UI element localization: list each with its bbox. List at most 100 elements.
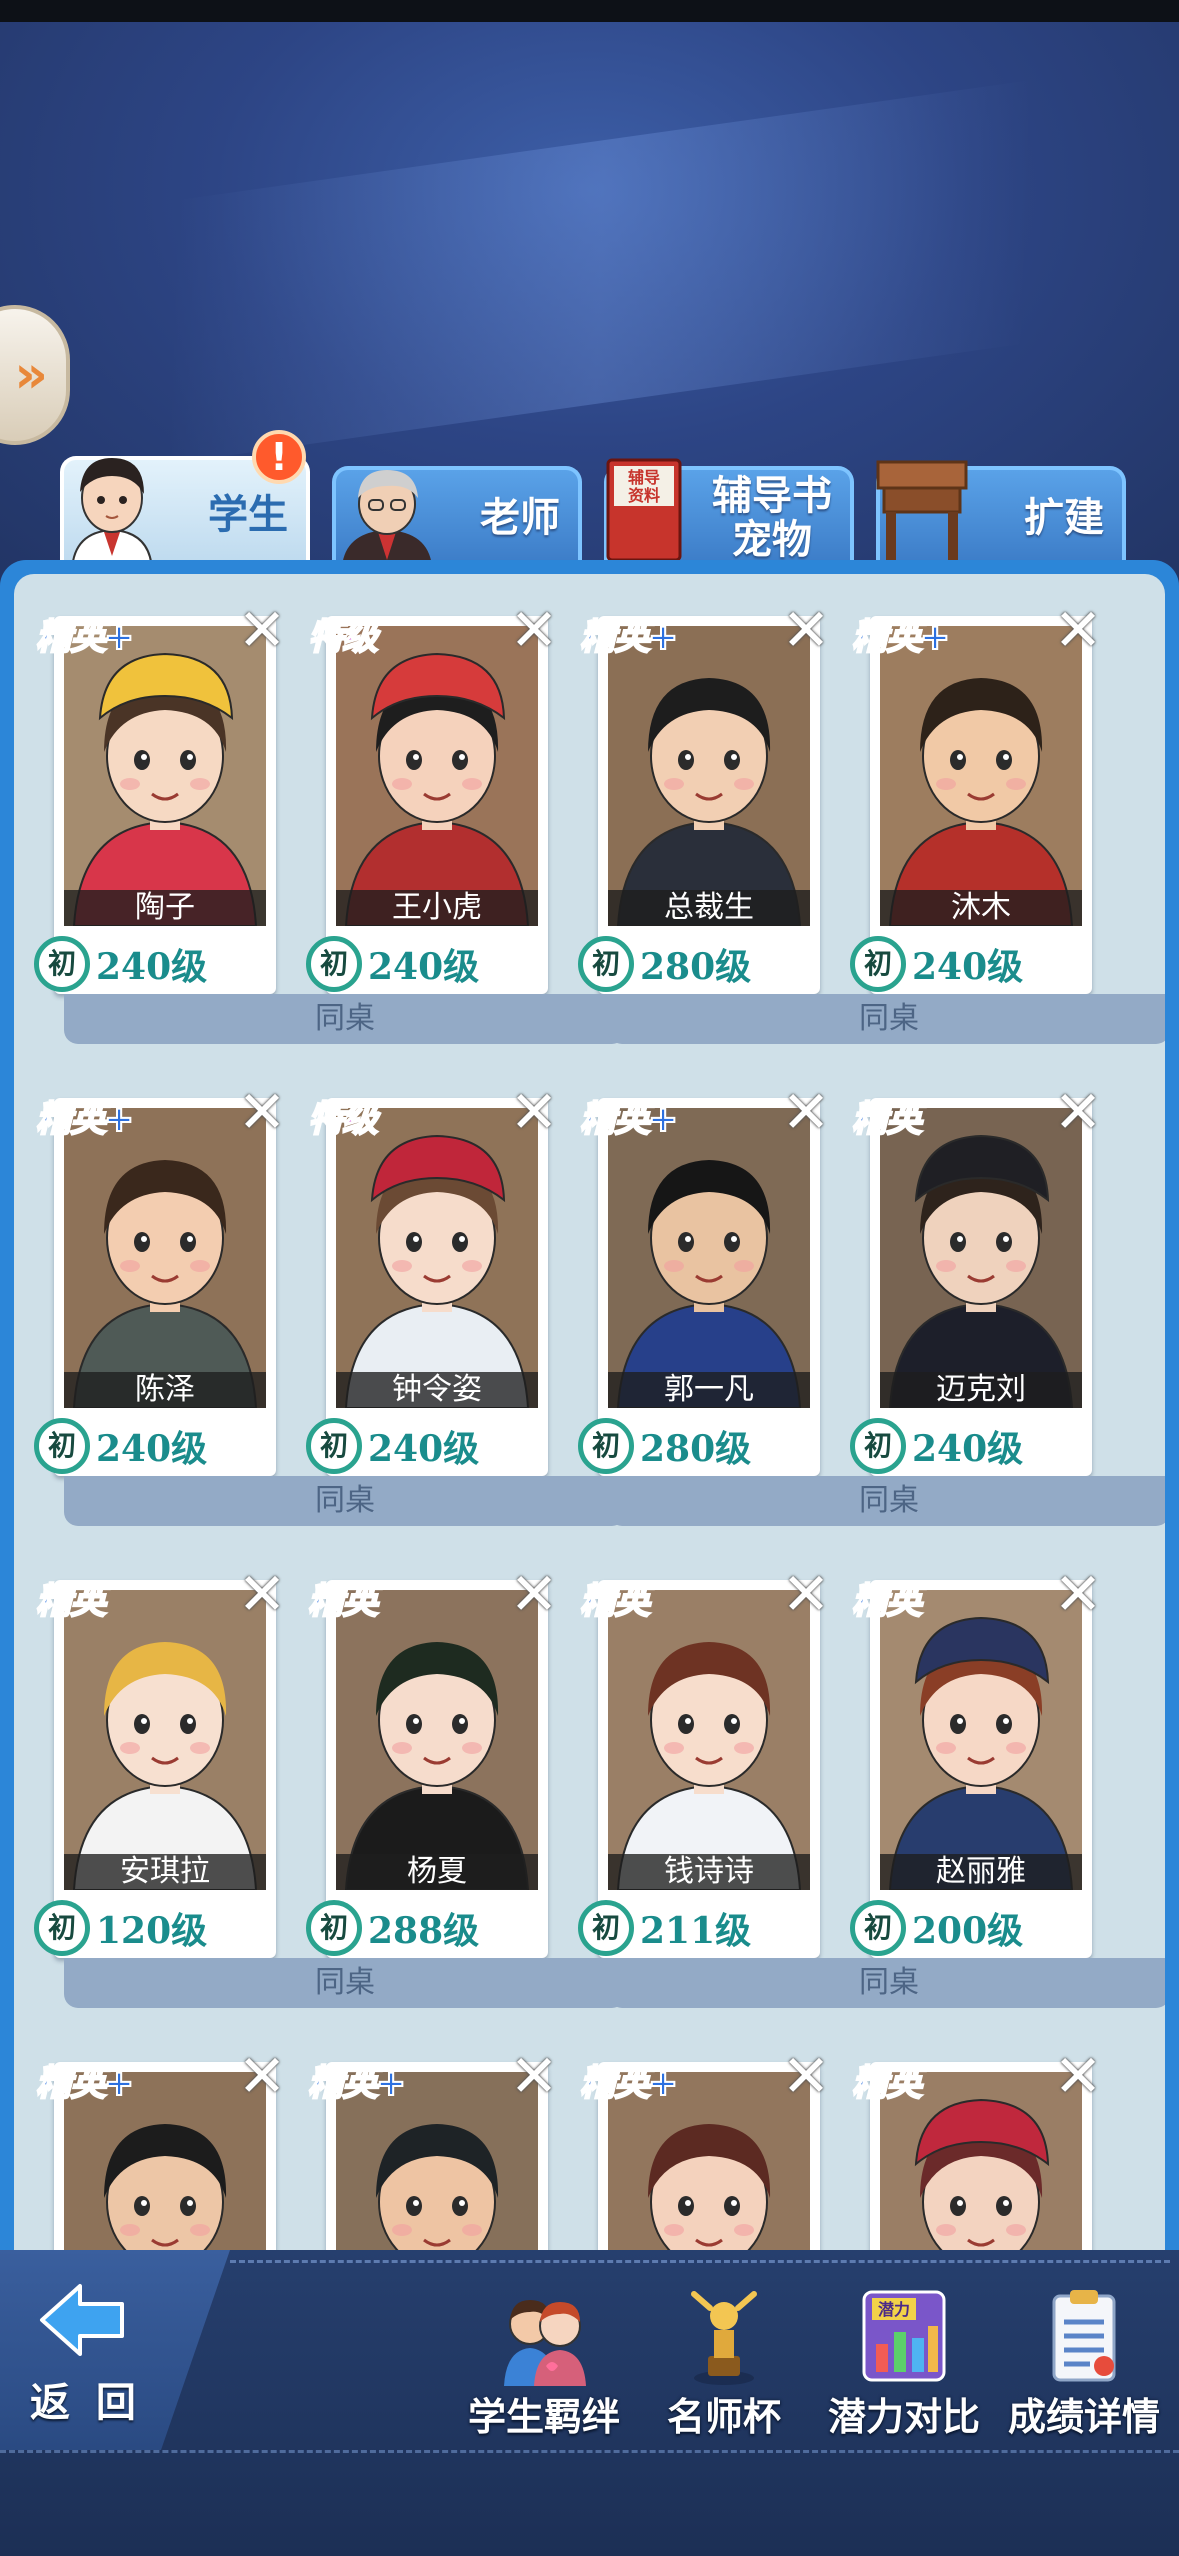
student-portrait-icon (336, 626, 538, 926)
stage-badge: 初 (34, 1900, 90, 1956)
student-name: 杨夏 (336, 1854, 538, 1890)
teacher-avatar-icon (342, 470, 432, 566)
stage-badge: 初 (578, 936, 634, 992)
rank-badge: 精英+ (307, 2062, 407, 2105)
rank-badge: 精英 (579, 1580, 651, 1623)
student-portrait-icon (608, 1108, 810, 1408)
student-card[interactable]: 杨夏 精英 ✕ 初 288级 (276, 1560, 558, 1980)
student-card[interactable]: 陈泽 精英+ ✕ 初 240级 (14, 1078, 286, 1498)
rank-badge: 特级 (307, 616, 379, 659)
tab-teachers[interactable]: 老师 (332, 466, 582, 566)
tab-label: 辅导书 宠物 (712, 473, 832, 563)
svg-text:资料: 资料 (628, 486, 660, 505)
rank-badge: 精英+ (579, 1098, 679, 1141)
student-name: 迈克刘 (880, 1372, 1082, 1408)
nav-potential-compare[interactable]: 潜力 潜力对比 (804, 2286, 1004, 2446)
stage-badge: 初 (850, 1418, 906, 1474)
nav-label: 名师杯 (666, 2395, 781, 2439)
student-portrait (336, 626, 538, 926)
student-card[interactable]: 钟令姿 特级 ✕ 初 240级 (276, 1078, 558, 1498)
student-name: 钱诗诗 (608, 1854, 810, 1890)
student-portrait (64, 1590, 266, 1890)
student-portrait (608, 1108, 810, 1408)
student-portrait-icon (64, 1590, 266, 1890)
divider (0, 2450, 1179, 2453)
stage-badge: 初 (306, 1418, 362, 1474)
student-card[interactable]: 精英+ ✕ (548, 2042, 830, 2250)
remove-close-icon[interactable]: ✕ (1052, 2047, 1104, 2105)
back-arrow-icon (40, 2284, 124, 2356)
report-clipboard-icon (1052, 2290, 1116, 2382)
student-card[interactable]: 郭一凡 精英+ ✕ 初 280级 (548, 1078, 830, 1498)
student-card[interactable]: 精英+ ✕ (276, 2042, 558, 2250)
student-level: 240级 (368, 946, 480, 988)
remove-close-icon[interactable]: ✕ (1052, 1083, 1104, 1141)
stage-badge: 初 (306, 936, 362, 992)
student-name: 王小虎 (336, 890, 538, 926)
student-portrait (880, 1108, 1082, 1408)
student-card[interactable]: 钱诗诗 精英 ✕ 初 211级 (548, 1560, 830, 1980)
student-level: 240级 (96, 946, 208, 988)
student-portrait-icon (336, 1590, 538, 1890)
desk-mate-bar: 同桌 (608, 1958, 1165, 2008)
nav-label: 学生羁绊 (467, 2395, 620, 2439)
trophy-icon (691, 2291, 757, 2385)
student-name: 钟令姿 (336, 1372, 538, 1408)
back-button[interactable]: 返 回 (0, 2250, 230, 2450)
rank-badge: 精英+ (579, 2062, 679, 2105)
student-portrait-icon (336, 1108, 538, 1408)
stage-badge: 初 (850, 936, 906, 992)
student-name: 陶子 (64, 890, 266, 926)
back-label: 返 回 (30, 2380, 142, 2426)
student-card[interactable]: 迈克刘 精英 ✕ 初 240级 (820, 1078, 1102, 1498)
tab-label: 老师 (480, 495, 560, 541)
rank-badge: 精英 (35, 1580, 107, 1623)
rank-badge: 精英 (851, 2062, 923, 2105)
student-portrait (336, 1108, 538, 1408)
rank-badge: 精英 (851, 1098, 923, 1141)
status-bar (0, 0, 1179, 22)
nav-label: 成绩详情 (1007, 2395, 1160, 2439)
student-card[interactable]: 沐木 精英+ ✕ 初 240级 (820, 596, 1102, 1016)
nav-score-details[interactable]: 成绩详情 (984, 2286, 1179, 2446)
student-portrait-icon (880, 626, 1082, 926)
student-card[interactable]: 王小虎 特级 ✕ 初 240级 (276, 596, 558, 1016)
student-portrait (608, 1590, 810, 1890)
student-grid[interactable]: 陶子 精英+ ✕ 初 240级 王小虎 特级 ✕ 初 240级 总裁生 精英+ ✕ 初 280级 沐木 精英+ ✕… (14, 574, 1165, 2250)
stage-badge: 初 (34, 936, 90, 992)
student-name: 郭一凡 (608, 1372, 810, 1408)
student-card[interactable]: 赵丽雅 精英 ✕ 初 200级 (820, 1560, 1102, 1980)
tab-books-pets[interactable]: 辅导 资料 辅导书 宠物 (604, 458, 854, 566)
student-level: 240级 (96, 1428, 208, 1470)
potential-chart-icon: 潜力 (862, 2290, 946, 2382)
nav-master-teacher-cup[interactable]: 名师杯 (624, 2286, 824, 2446)
remove-close-icon[interactable]: ✕ (1052, 1565, 1104, 1623)
student-level: 280级 (640, 1428, 752, 1470)
student-level: 240级 (912, 1428, 1024, 1470)
tab-label: 学生 (208, 492, 288, 538)
stage-badge: 初 (578, 1900, 634, 1956)
rank-badge: 精英 (307, 1580, 379, 1623)
student-portrait-icon (880, 1590, 1082, 1890)
student-avatar-icon (70, 458, 154, 570)
rank-badge: 精英+ (35, 616, 135, 659)
nav-students-bond[interactable]: 学生羁绊 (444, 2286, 644, 2446)
desk-mate-bar: 同桌 (64, 1958, 626, 2008)
student-portrait-icon (608, 626, 810, 926)
student-card[interactable]: 精英+ ✕ (14, 2042, 286, 2250)
student-card[interactable]: 安琪拉 精英 ✕ 初 120级 (14, 1560, 286, 1980)
student-portrait (336, 1590, 538, 1890)
student-card[interactable]: 陶子 精英+ ✕ 初 240级 (14, 596, 286, 1016)
remove-close-icon[interactable]: ✕ (1052, 601, 1104, 659)
stage-badge: 初 (306, 1900, 362, 1956)
tab-expansion[interactable]: 扩建 (876, 460, 1126, 566)
student-portrait-icon (64, 626, 266, 926)
bottom-navigation: 返 回 学生羁绊 名师杯 潜力 潜力对比 成绩详情 (0, 2250, 1179, 2556)
rank-badge: 精英+ (851, 616, 951, 659)
svg-text:潜力: 潜力 (878, 2300, 910, 2319)
student-card[interactable]: 精英 ✕ (820, 2042, 1102, 2250)
student-card[interactable]: 总裁生 精英+ ✕ 初 280级 (548, 596, 830, 1016)
rank-badge: 精英+ (35, 1098, 135, 1141)
student-portrait-icon (880, 1108, 1082, 1408)
rank-badge: 精英 (851, 1580, 923, 1623)
